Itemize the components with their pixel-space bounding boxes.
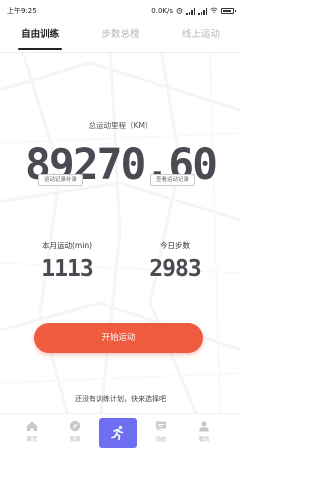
network-speed: 0.0K/s bbox=[151, 7, 173, 15]
view-records-button[interactable]: 查看运动记录 bbox=[150, 174, 196, 186]
month-minutes-value: 1113 bbox=[41, 256, 93, 282]
tab-online-sport[interactable]: 线上运动 bbox=[161, 22, 241, 52]
nav-home-label: 首页 bbox=[26, 437, 38, 443]
alarm-icon bbox=[176, 7, 183, 16]
total-distance-value: 89270.60 bbox=[24, 140, 218, 190]
total-distance-label: 总运动里程（KM） bbox=[88, 121, 153, 130]
run-icon bbox=[111, 425, 124, 441]
map-background bbox=[0, 53, 241, 413]
nav-discover[interactable]: 发现 bbox=[55, 420, 95, 443]
start-exercise-button[interactable]: 开始运动 bbox=[34, 323, 203, 353]
supplement-records-button[interactable]: 运动记录补录 bbox=[38, 174, 84, 186]
home-icon bbox=[27, 421, 37, 431]
today-steps-label: 今日步数 bbox=[160, 241, 190, 250]
tab-bar: 自由训练 步数总榜 线上运动 bbox=[0, 22, 241, 52]
signal-icon bbox=[186, 7, 195, 15]
battery-icon bbox=[221, 8, 236, 14]
chat-icon bbox=[156, 421, 166, 431]
tab-step-ranking[interactable]: 步数总榜 bbox=[80, 22, 160, 52]
today-steps-value: 2983 bbox=[149, 256, 201, 282]
training-plan-hint[interactable]: 还没有训练计划，快来选择吧 bbox=[0, 394, 241, 404]
month-minutes-label: 本月运动(min) bbox=[42, 241, 92, 250]
compass-icon bbox=[69, 420, 81, 432]
bottom-nav: 首页 发现 动态 我的 bbox=[0, 413, 241, 480]
nav-mine[interactable]: 我的 bbox=[184, 420, 224, 443]
nav-moments-label: 动态 bbox=[155, 437, 167, 443]
status-icons: 0.0K/s bbox=[151, 7, 236, 16]
nav-exercise[interactable] bbox=[99, 418, 137, 448]
nav-mine-label: 我的 bbox=[198, 437, 210, 443]
status-time: 上午9:25 bbox=[7, 7, 37, 15]
nav-moments[interactable]: 动态 bbox=[141, 420, 181, 443]
wifi-icon bbox=[210, 7, 218, 16]
nav-discover-label: 发现 bbox=[69, 437, 81, 443]
status-bar: 上午9:25 0.0K/s bbox=[0, 0, 241, 22]
user-icon bbox=[199, 421, 209, 432]
nav-home[interactable]: 首页 bbox=[12, 420, 52, 443]
signal-icon-2 bbox=[198, 7, 207, 15]
tab-free-training[interactable]: 自由训练 bbox=[0, 22, 80, 52]
